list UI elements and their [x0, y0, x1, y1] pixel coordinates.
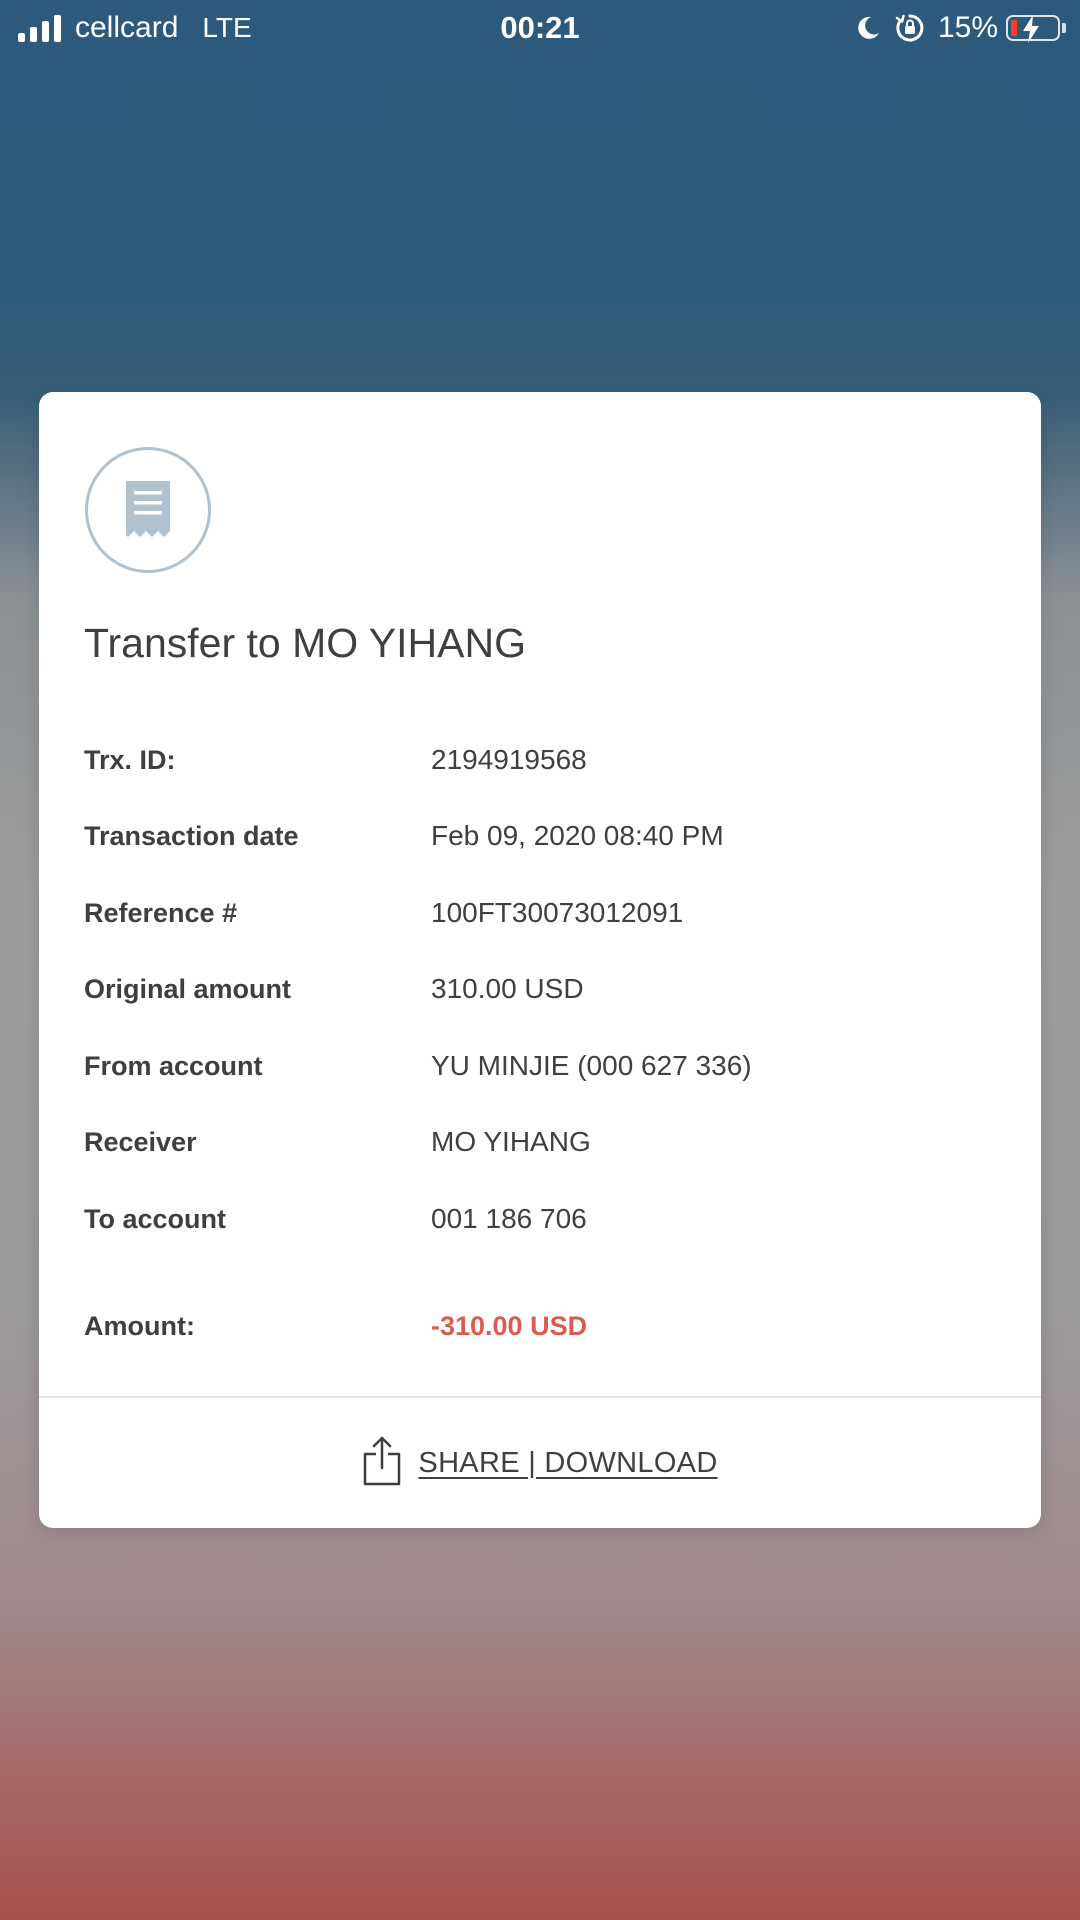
rotation-lock-icon	[895, 14, 924, 42]
transfer-title: Transfer to MO YIHANG	[84, 620, 526, 666]
amount-value: -310.00 USD	[431, 1311, 588, 1341]
share-download-button[interactable]: SHARE | DOWNLOAD	[39, 1398, 1041, 1528]
battery-charging-icon	[1006, 15, 1060, 43]
detail-value: MO YIHANG	[431, 1126, 591, 1157]
detail-row-reference: Reference # 100FT30073012091	[84, 893, 1004, 933]
detail-label: Reference #	[84, 898, 238, 928]
detail-label: Receiver	[84, 1127, 197, 1157]
detail-label: To account	[84, 1204, 227, 1234]
detail-value: 001 186 706	[431, 1203, 587, 1234]
battery-percent: 15%	[937, 11, 998, 44]
receipt-icon	[126, 481, 170, 537]
detail-row-transaction-date: Transaction date Feb 09, 2020 08:40 PM	[84, 816, 1004, 856]
detail-value: 2194919568	[431, 744, 587, 775]
share-icon	[364, 1436, 401, 1486]
status-bar: cellcard LTE 00:21 15%	[0, 0, 1080, 56]
status-bar-right: 15%	[854, 8, 1066, 48]
detail-value: 310.00 USD	[431, 973, 584, 1004]
detail-row-to-account: To account 001 186 706	[84, 1199, 1004, 1239]
battery-nub	[1062, 23, 1066, 33]
detail-value: Feb 09, 2020 08:40 PM	[431, 820, 724, 851]
detail-label: Transaction date	[84, 821, 299, 851]
detail-row-from-account: From account YU MINJIE (000 627 336)	[84, 1046, 1004, 1086]
receipt-card: Transfer to MO YIHANG Trx. ID: 219491956…	[39, 392, 1041, 1528]
detail-row-original-amount: Original amount 310.00 USD	[84, 969, 1004, 1009]
detail-row-amount: Amount: -310.00 USD	[84, 1306, 1004, 1346]
detail-row-trx-id: Trx. ID: 2194919568	[84, 740, 1004, 780]
detail-value: 100FT30073012091	[431, 897, 684, 928]
share-download-label: SHARE | DOWNLOAD	[418, 1446, 718, 1479]
detail-row-receiver: Receiver MO YIHANG	[84, 1122, 1004, 1162]
detail-label: Trx. ID:	[84, 745, 176, 775]
detail-value: YU MINJIE (000 627 336)	[431, 1050, 752, 1081]
detail-label: From account	[84, 1051, 263, 1081]
amount-label: Amount:	[84, 1311, 195, 1341]
moon-icon	[858, 16, 879, 39]
receipt-badge	[85, 447, 211, 573]
detail-label: Original amount	[84, 974, 292, 1004]
